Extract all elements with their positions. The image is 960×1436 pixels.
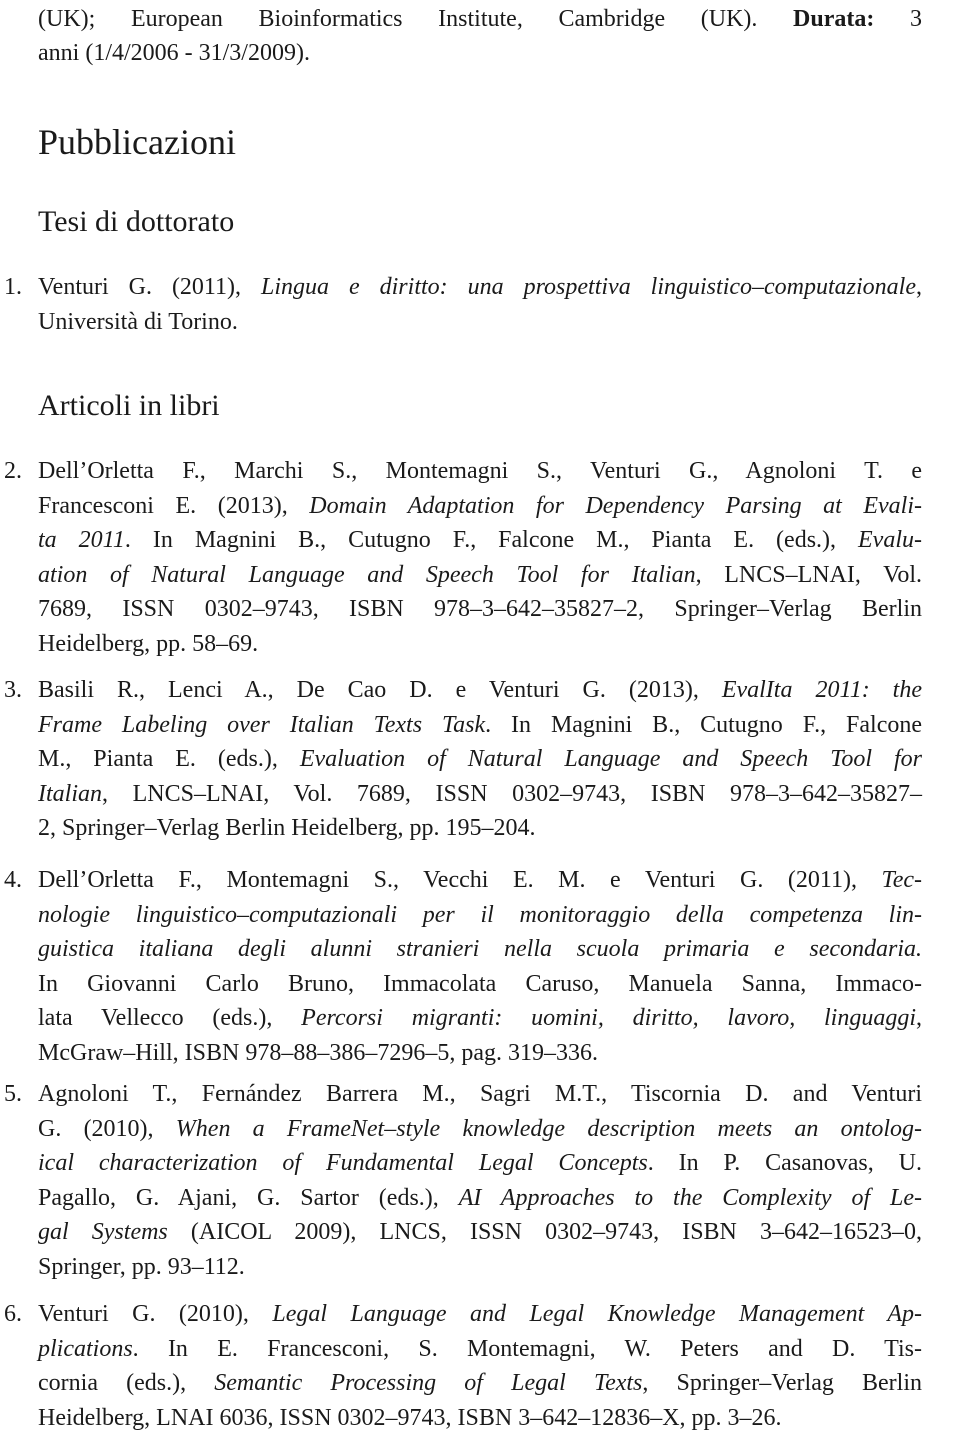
intro-text: (UK); European Bioinformatics Institute,… bbox=[38, 6, 758, 32]
italic-title-text: Domain Adaptation for Dependency Parsing… bbox=[309, 492, 923, 519]
entry-line: Frame Labeling over Italian Texts Task. … bbox=[38, 708, 922, 742]
citation-text: Agnoloni T., Fernández Barrera M., Sagri… bbox=[38, 1081, 922, 1107]
citation-text: . In P. Casanovas, U. bbox=[647, 1150, 923, 1176]
section-title: Pubblicazioni bbox=[38, 122, 236, 162]
italic-title-text: Percorsi migranti: uomini, diritto, lavo… bbox=[301, 1005, 916, 1031]
citation-text: McGraw–Hill, ISBN 978–88–386–7296–5, pag… bbox=[38, 1039, 598, 1066]
citation-text: Heidelberg, pp. 58–69. bbox=[38, 630, 259, 657]
entry-line: lata Vellecco (eds.), Percorsi migranti:… bbox=[38, 1001, 922, 1035]
italic-title-text: Evaluation of Natural Language and Speec… bbox=[299, 746, 922, 772]
italic-title-text: Tec- bbox=[881, 867, 922, 893]
entry-line: cornia (eds.), Semantic Processing of Le… bbox=[38, 1366, 922, 1400]
italic-title-text: Frame Labeling over Italian Texts Task bbox=[38, 711, 486, 738]
entry-line: G. (2010), When a FrameNet–style knowled… bbox=[38, 1112, 922, 1146]
citation-text: , bbox=[916, 1005, 922, 1031]
entry-line: McGraw–Hill, ISBN 978–88–386–7296–5, pag… bbox=[38, 1036, 922, 1070]
entry-line: ta 2011. In Magnini B., Cutugno F., Falc… bbox=[38, 523, 922, 557]
subsection-title-thesis: Tesi di dottorato bbox=[38, 205, 235, 238]
citation-text: cornia (eds.), bbox=[38, 1370, 215, 1396]
entry-number: 6. bbox=[4, 1301, 22, 1327]
italic-title-text: Lingua e diritto: una prospettiva lingui… bbox=[261, 274, 916, 300]
citation-text: In Giovanni Carlo Bruno, Immacolata Caru… bbox=[38, 970, 922, 997]
citation-text: . In E. Francesconi, S. Montemagni, W. P… bbox=[132, 1335, 922, 1362]
citation-text: 2, Springer–Verlag Berlin Heidelberg, pp… bbox=[38, 815, 536, 841]
entry-line: In Giovanni Carlo Bruno, Immacolata Caru… bbox=[38, 967, 922, 1001]
citation-text: . In Magnini B., Cutugno F., Falcone M.,… bbox=[124, 527, 859, 553]
entry-line: M., Pianta E. (eds.), Evaluation of Natu… bbox=[38, 742, 922, 776]
entry-number: 5. bbox=[4, 1081, 22, 1107]
duration-label: Durata: bbox=[793, 6, 875, 32]
citation-text: Venturi G. (2010), bbox=[38, 1301, 273, 1327]
italic-title-text: ical characterization of Fundamental Leg… bbox=[38, 1150, 648, 1176]
entry-line: Basili R., Lenci A., De Cao D. e Venturi… bbox=[38, 673, 922, 707]
italic-title-text: ation of Natural Language and Speech Too… bbox=[38, 561, 696, 588]
entry-number: 3. bbox=[4, 677, 22, 703]
citation-text: Università di Torino. bbox=[38, 308, 238, 335]
entry-line: plications. In E. Francesconi, S. Montem… bbox=[38, 1332, 922, 1366]
citation-text: , Springer–Verlag Berlin bbox=[642, 1370, 922, 1396]
entry-line: Heidelberg, pp. 58–69. bbox=[38, 627, 922, 661]
citation-text: . In Magnini B., Cutugno F., Falcone bbox=[485, 711, 922, 738]
intro-line-2: anni (1/4/2006 - 31/3/2009). bbox=[38, 40, 310, 66]
italic-title-text: EvalIta 2011: the bbox=[721, 677, 922, 703]
citation-text: Dell’Orletta F., Montemagni S., Vecchi E… bbox=[38, 867, 882, 893]
duration-value: 3 bbox=[874, 6, 922, 32]
citation-text: Dell’Orletta F., Marchi S., Montemagni S… bbox=[38, 458, 922, 484]
italic-title-text: AI Approaches to the Complexity of Le- bbox=[458, 1184, 923, 1211]
entry-line: guistica italiana degli alunni stranieri… bbox=[38, 932, 922, 966]
entry-line: 7689, ISSN 0302–9743, ISBN 978–3–642–358… bbox=[38, 592, 922, 626]
entry-line: ation of Natural Language and Speech Too… bbox=[38, 558, 922, 592]
italic-title-text: guistica italiana degli alunni stranieri… bbox=[38, 936, 922, 962]
entry-line: gal Systems (AICOL 2009), LNCS, ISSN 030… bbox=[38, 1215, 922, 1249]
citation-text: G. (2010), bbox=[38, 1115, 176, 1142]
entry-line: Dell’Orletta F., Marchi S., Montemagni S… bbox=[38, 454, 922, 488]
entry-number: 2. bbox=[4, 458, 22, 484]
intro-line-1: (UK); European Bioinformatics Institute,… bbox=[38, 2, 922, 36]
citation-text: Basili R., Lenci A., De Cao D. e Venturi… bbox=[38, 677, 722, 703]
italic-title-text: nologie linguistico–computazionali per i… bbox=[38, 901, 922, 928]
entry-line: Italian, LNCS–LNAI, Vol. 7689, ISSN 0302… bbox=[38, 777, 922, 811]
entry-line: Agnoloni T., Fernández Barrera M., Sagri… bbox=[38, 1077, 922, 1111]
citation-text: (AICOL 2009), LNCS, ISSN 0302–9743, ISBN… bbox=[167, 1219, 922, 1245]
subsection-title-book-articles: Articoli in libri bbox=[38, 389, 220, 422]
italic-title-text: Evalu- bbox=[858, 527, 922, 553]
italic-title-text: plications bbox=[38, 1335, 133, 1362]
citation-text: Heidelberg, LNAI 6036, ISSN 0302–9743, I… bbox=[38, 1404, 782, 1431]
entry-line: Heidelberg, LNAI 6036, ISSN 0302–9743, I… bbox=[38, 1401, 922, 1435]
entry-line: Springer, pp. 93–112. bbox=[38, 1250, 922, 1284]
entry-line: nologie linguistico–computazionali per i… bbox=[38, 898, 922, 932]
citation-text: , LNCS–LNAI, Vol. 7689, ISSN 0302–9743, … bbox=[102, 780, 922, 807]
italic-title-text: When a FrameNet–style knowledge descript… bbox=[175, 1115, 922, 1142]
entry-line: Dell’Orletta F., Montemagni S., Vecchi E… bbox=[38, 863, 922, 897]
entry-line: Venturi G. (2011), Lingua e diritto: una… bbox=[38, 270, 922, 304]
citation-text: , LNCS–LNAI, Vol. bbox=[695, 561, 922, 588]
entry-line: Francesconi E. (2013), Domain Adaptation… bbox=[38, 489, 922, 523]
citation-text: Francesconi E. (2013), bbox=[38, 492, 310, 519]
italic-title-text: Legal Language and Legal Knowledge Manag… bbox=[272, 1301, 923, 1327]
entry-line: Università di Torino. bbox=[38, 305, 922, 339]
entry-line: ical characterization of Fundamental Leg… bbox=[38, 1146, 922, 1180]
italic-title-text: ta 2011 bbox=[38, 527, 125, 553]
entry-number: 4. bbox=[4, 867, 22, 893]
citation-text: Springer, pp. 93–112. bbox=[38, 1253, 245, 1280]
entry-number: 1. bbox=[4, 274, 22, 300]
entry-line: 2, Springer–Verlag Berlin Heidelberg, pp… bbox=[38, 811, 922, 845]
citation-text: Pagallo, G. Ajani, G. Sartor (eds.), bbox=[38, 1184, 459, 1211]
citation-text: 7689, ISSN 0302–9743, ISBN 978–3–642–358… bbox=[38, 596, 922, 622]
entry-line: Venturi G. (2010), Legal Language and Le… bbox=[38, 1297, 922, 1331]
document-page: (UK); European Bioinformatics Institute,… bbox=[0, 0, 960, 1436]
italic-title-text: Semantic Processing of Legal Texts bbox=[214, 1370, 643, 1396]
citation-text: M., Pianta E. (eds.), bbox=[38, 746, 300, 772]
entry-line: Pagallo, G. Ajani, G. Sartor (eds.), AI … bbox=[38, 1181, 922, 1215]
italic-title-text: gal Systems bbox=[38, 1219, 168, 1245]
citation-text: Venturi G. (2011), bbox=[38, 274, 262, 300]
italic-title-text: Italian bbox=[38, 780, 102, 807]
citation-text: , bbox=[916, 274, 922, 300]
citation-text: lata Vellecco (eds.), bbox=[38, 1005, 302, 1031]
